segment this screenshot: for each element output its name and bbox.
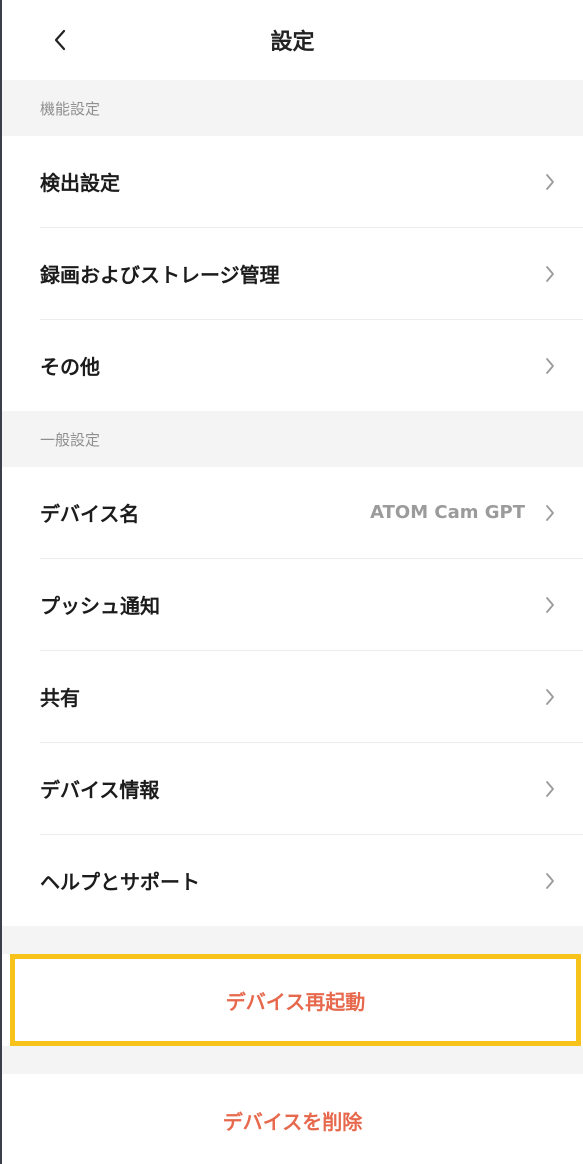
chevron-right-icon: [543, 778, 557, 800]
back-button[interactable]: [42, 22, 78, 58]
chevron-right-icon: [543, 594, 557, 616]
row-device-info[interactable]: デバイス情報: [40, 743, 583, 835]
header: 設定: [2, 0, 583, 80]
row-label: 録画およびストレージ管理: [40, 263, 280, 287]
chevron-right-icon: [543, 870, 557, 892]
page-title: 設定: [270, 30, 315, 55]
delete-device-button[interactable]: デバイスを削除: [2, 1074, 583, 1164]
section-header-function-settings: 機能設定: [2, 80, 583, 136]
chevron-right-icon: [543, 686, 557, 708]
chevron-right-icon: [543, 171, 557, 193]
row-push-notifications[interactable]: プッシュ通知: [40, 559, 583, 651]
row-detection-settings[interactable]: 検出設定: [40, 136, 583, 228]
chevron-right-icon: [543, 263, 557, 285]
chevron-left-icon: [54, 29, 66, 51]
chevron-right-icon: [543, 355, 557, 377]
section-header-general-settings: 一般設定: [2, 411, 583, 467]
section-gap: [2, 926, 583, 954]
row-label: プッシュ通知: [40, 594, 160, 618]
row-device-name[interactable]: デバイス名 ATOM Cam GPT: [40, 467, 583, 559]
row-label: その他: [40, 355, 100, 379]
settings-screen: 設定 機能設定 検出設定 録画およびストレージ管理 その他 一般設定 デバイス名…: [0, 0, 583, 1164]
row-label: デバイス名: [40, 502, 140, 526]
row-label: 共有: [40, 686, 80, 710]
row-share[interactable]: 共有: [40, 651, 583, 743]
row-label: ヘルプとサポート: [40, 870, 200, 894]
row-label: デバイス情報: [40, 778, 160, 802]
row-other[interactable]: その他: [40, 320, 583, 411]
row-label: 検出設定: [40, 171, 120, 195]
chevron-right-icon: [543, 502, 557, 524]
restart-device-button[interactable]: デバイス再起動: [10, 954, 581, 1046]
row-recording-storage[interactable]: 録画およびストレージ管理: [40, 228, 583, 320]
section-gap: [2, 1046, 583, 1074]
device-name-value: ATOM Cam GPT: [370, 502, 525, 523]
row-help-support[interactable]: ヘルプとサポート: [40, 835, 583, 926]
